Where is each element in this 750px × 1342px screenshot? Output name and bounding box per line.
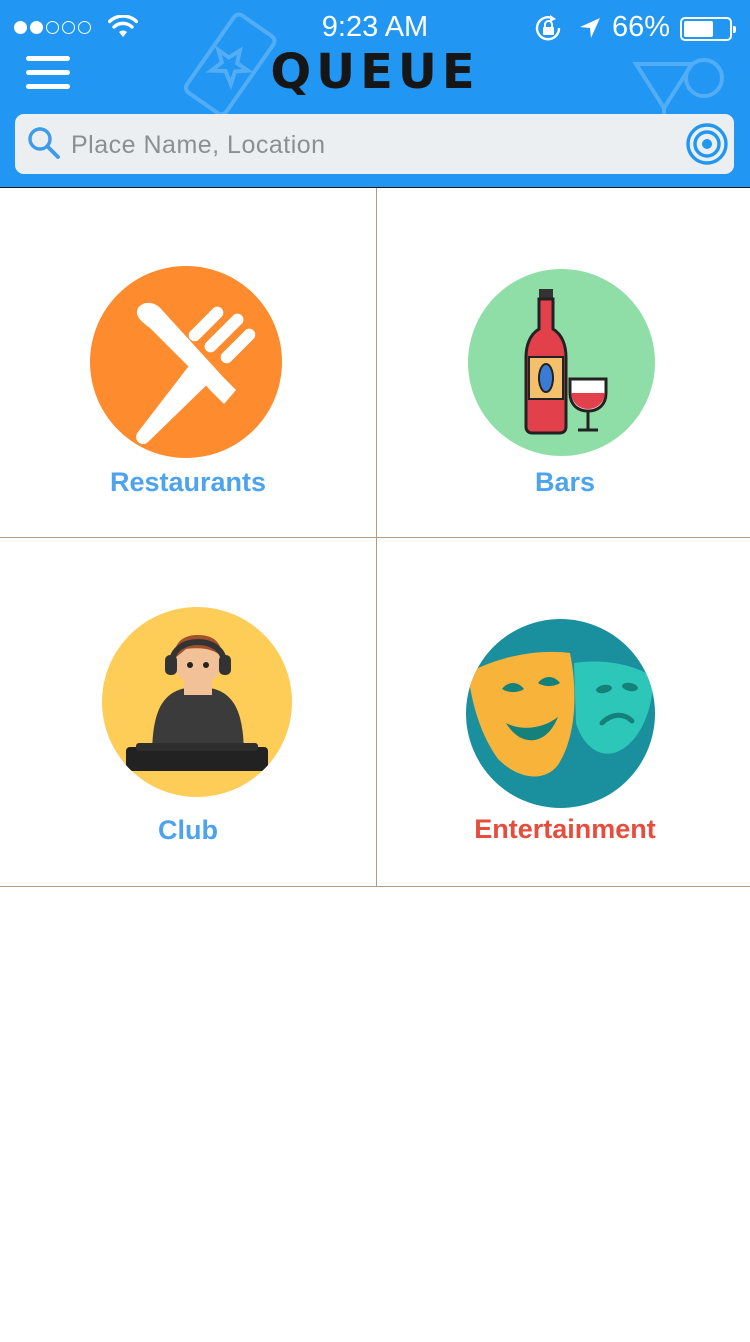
battery-percent: 66% xyxy=(612,11,671,43)
app-header: 9:23 AM 66% QUEUE xyxy=(0,0,750,188)
category-label: Entertainment xyxy=(474,814,656,844)
search-input[interactable] xyxy=(69,114,673,176)
category-label: Restaurants xyxy=(109,467,267,497)
orientation-lock-icon xyxy=(535,15,561,41)
target-location-icon[interactable] xyxy=(686,123,728,165)
location-arrow-icon xyxy=(580,18,600,38)
category-label: Club xyxy=(158,815,218,845)
knife-fork-icon xyxy=(136,302,256,445)
wine-bottle-glass-icon xyxy=(524,289,608,435)
category-tile-bars[interactable]: Bars xyxy=(377,188,750,537)
category-tile-restaurants[interactable]: Restaurants xyxy=(0,188,376,537)
search-icon[interactable] xyxy=(27,126,61,160)
theater-masks-icon xyxy=(468,651,654,777)
category-circle xyxy=(466,619,655,808)
dj-icon xyxy=(126,635,268,771)
search-bar[interactable] xyxy=(15,114,734,176)
category-tile-club[interactable]: Club xyxy=(0,538,376,887)
battery-nub xyxy=(733,26,736,33)
battery-icon xyxy=(680,17,736,41)
category-circle xyxy=(90,266,282,458)
category-tile-entertainment[interactable]: Entertainment xyxy=(377,538,750,887)
category-label: Bars xyxy=(534,467,596,497)
battery-fill xyxy=(684,21,714,37)
category-circle xyxy=(468,269,655,456)
app-title: QUEUE xyxy=(270,44,480,100)
category-circle xyxy=(102,607,292,797)
